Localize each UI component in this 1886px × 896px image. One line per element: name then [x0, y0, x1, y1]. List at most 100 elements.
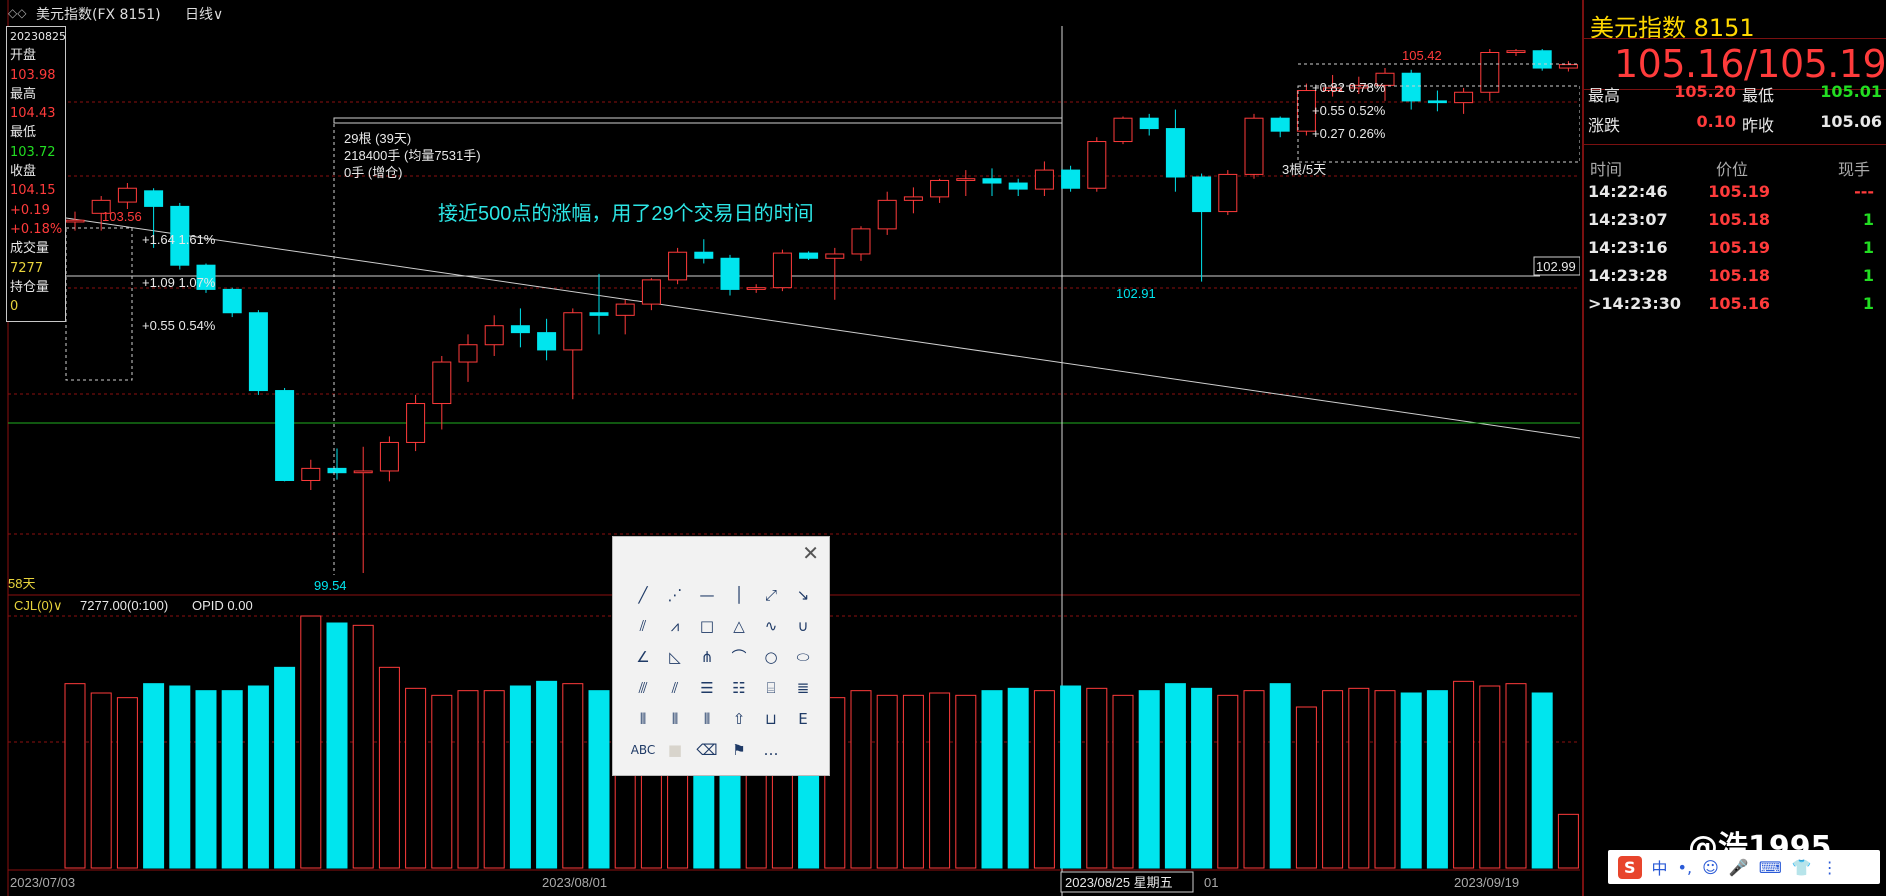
- price-tag-label: 102.99: [1536, 259, 1576, 274]
- gann-box-tool-icon[interactable]: ⌸: [755, 672, 787, 703]
- recent-low-label: 102.91: [1116, 286, 1156, 301]
- period-selector[interactable]: 日线∨: [185, 4, 223, 24]
- tick-time: 14:22:46: [1588, 182, 1668, 201]
- text-tool-icon[interactable]: ABC: [627, 734, 659, 765]
- speed-line-tool-icon[interactable]: ⫽: [659, 672, 691, 703]
- quote-prev: 105.06: [1820, 112, 1882, 131]
- volume-bar: [536, 680, 558, 869]
- channel-tool-icon[interactable]: ≣: [787, 672, 819, 703]
- quote-low-label: 最低: [1742, 86, 1775, 105]
- volume-bar: [431, 694, 453, 869]
- pitchfork-tool-icon[interactable]: ⋔: [691, 641, 723, 672]
- double-chevron-icon[interactable]: ◇◇: [8, 6, 26, 20]
- eraser-tool-icon[interactable]: ⌫: [691, 734, 723, 765]
- angle-fan-tool-icon[interactable]: ◺: [659, 641, 691, 672]
- volume-bar: [405, 687, 427, 869]
- fib-time-tool-icon[interactable]: ⦀: [659, 703, 691, 734]
- flag-tool-icon[interactable]: ⚑: [723, 734, 755, 765]
- zigzag-tool-icon[interactable]: ⩘: [659, 610, 691, 641]
- candle-body: [589, 312, 609, 316]
- measure-right-label: +0.55 0.52%: [1312, 103, 1386, 118]
- circle-tool-icon[interactable]: ○: [755, 641, 787, 672]
- emoji-icon[interactable]: ☺: [1702, 858, 1719, 877]
- ellipse-tool-icon[interactable]: ⬭: [787, 641, 819, 672]
- volume-bar: [1007, 687, 1029, 869]
- up-arrow-tool-icon[interactable]: ⇧: [723, 703, 755, 734]
- candle-body: [406, 403, 426, 443]
- candle-body: [1008, 182, 1028, 190]
- drawing-toolbox[interactable]: ✕ ╱ ⋰ — │ ⤢ ↘ ⫽ ⩘ □ △ ∿ ∪ ∠ ◺ ⋔ ⌒ ○ ⬭ ⫻ ⫽ ☰ ☷ ⌸ ≣ ⦀ ⦀ ⦀ ⇧ ⊔ E ABC ■ ⌫ ⚑…: [612, 536, 830, 776]
- line-tool-icon[interactable]: ╱: [627, 579, 659, 610]
- candle-body: [1454, 91, 1474, 104]
- arc-tool-icon[interactable]: ⌒: [723, 641, 755, 672]
- candle-body: [275, 390, 295, 481]
- tick-time: >14:23:30: [1588, 294, 1681, 313]
- candle-body: [327, 467, 347, 474]
- volume-bar: [64, 683, 86, 869]
- tick-qty: 1: [1862, 266, 1874, 285]
- candle-body: [799, 252, 819, 259]
- candle-body: [563, 312, 583, 351]
- volume-indicator-opid: OPID 0.00: [192, 598, 253, 613]
- candle-body: [1087, 141, 1107, 189]
- close-icon[interactable]: ✕: [802, 541, 819, 565]
- cup-tool-icon[interactable]: ∪: [787, 610, 819, 641]
- candle-body: [694, 251, 714, 259]
- menu-icon[interactable]: ⋮: [1822, 858, 1838, 877]
- volume-bar: [457, 690, 479, 869]
- rectangle-tool-icon[interactable]: □: [691, 610, 723, 641]
- skin-icon[interactable]: 👕: [1792, 858, 1812, 877]
- tick-qty: 1: [1862, 294, 1874, 313]
- cycle-line-tool-icon[interactable]: ⦀: [627, 703, 659, 734]
- info-close-label: 收盘: [10, 164, 37, 180]
- candle-body: [458, 344, 478, 363]
- info-volume-label: 成交量: [10, 241, 50, 257]
- arrow-tool-icon[interactable]: ↘: [787, 579, 819, 610]
- keyboard-icon[interactable]: ⌨: [1759, 858, 1782, 877]
- info-low-label: 最低: [10, 125, 37, 141]
- tick-price: 105.18: [1708, 210, 1770, 229]
- dashed-line-tool-icon[interactable]: ⋰: [659, 579, 691, 610]
- time-axis-label: 01: [1204, 875, 1218, 890]
- color-tool-icon[interactable]: ■: [659, 734, 691, 765]
- scale-tool-icon[interactable]: E: [787, 703, 819, 734]
- volume-bar: [955, 694, 977, 869]
- volume-bar: [1269, 683, 1291, 869]
- volume-bar: [1060, 685, 1082, 869]
- horizontal-line-tool-icon[interactable]: —: [691, 579, 723, 610]
- measure-box-left: [65, 227, 133, 381]
- tick-price: 105.19: [1708, 182, 1770, 201]
- info-change: +0.19: [10, 202, 50, 218]
- segment-tool-icon[interactable]: ⤢: [755, 579, 787, 610]
- range-stat-line: 218400手 (均量7531手): [344, 148, 481, 163]
- candle-body: [1532, 50, 1552, 69]
- high-price-label: 105.42: [1402, 48, 1442, 63]
- candle-body: [432, 361, 452, 405]
- more-tool-icon[interactable]: …: [755, 734, 787, 765]
- volume-bar: [378, 666, 400, 869]
- voice-icon[interactable]: 🎤: [1729, 858, 1749, 877]
- ime-chinese-mode[interactable]: 中: [1652, 855, 1668, 879]
- triangle-tool-icon[interactable]: △: [723, 610, 755, 641]
- candle-body: [1427, 100, 1447, 104]
- time-ruler-tool-icon[interactable]: ⦀: [691, 703, 723, 734]
- ime-toolbar[interactable]: S 中 •, ☺ 🎤 ⌨ 👕 ⋮: [1608, 850, 1880, 884]
- volume-bar: [929, 692, 951, 869]
- vertical-line-tool-icon[interactable]: │: [723, 579, 755, 610]
- percent-tool-icon[interactable]: ☷: [723, 672, 755, 703]
- punctuation-icon[interactable]: •,: [1678, 858, 1693, 877]
- measure-box-right: [1297, 85, 1580, 163]
- volume-bar: [1557, 813, 1579, 869]
- sogou-logo-icon[interactable]: S: [1618, 855, 1642, 879]
- volume-bar: [588, 690, 610, 869]
- gann-angle-tool-icon[interactable]: ∠: [627, 641, 659, 672]
- candle-body: [222, 288, 242, 314]
- fan-tool-icon[interactable]: ⫻: [627, 672, 659, 703]
- parallel-line-tool-icon[interactable]: ⫽: [627, 610, 659, 641]
- ruler-tool-icon[interactable]: ⊔: [755, 703, 787, 734]
- measure-right-label: +0.82 0.78%: [1312, 80, 1386, 95]
- fibonacci-tool-icon[interactable]: ☰: [691, 672, 723, 703]
- time-axis-label: 2023/08/25 星期五: [1065, 875, 1173, 890]
- wave-tool-icon[interactable]: ∿: [755, 610, 787, 641]
- time-axis-label: 2023/08/01: [542, 875, 607, 890]
